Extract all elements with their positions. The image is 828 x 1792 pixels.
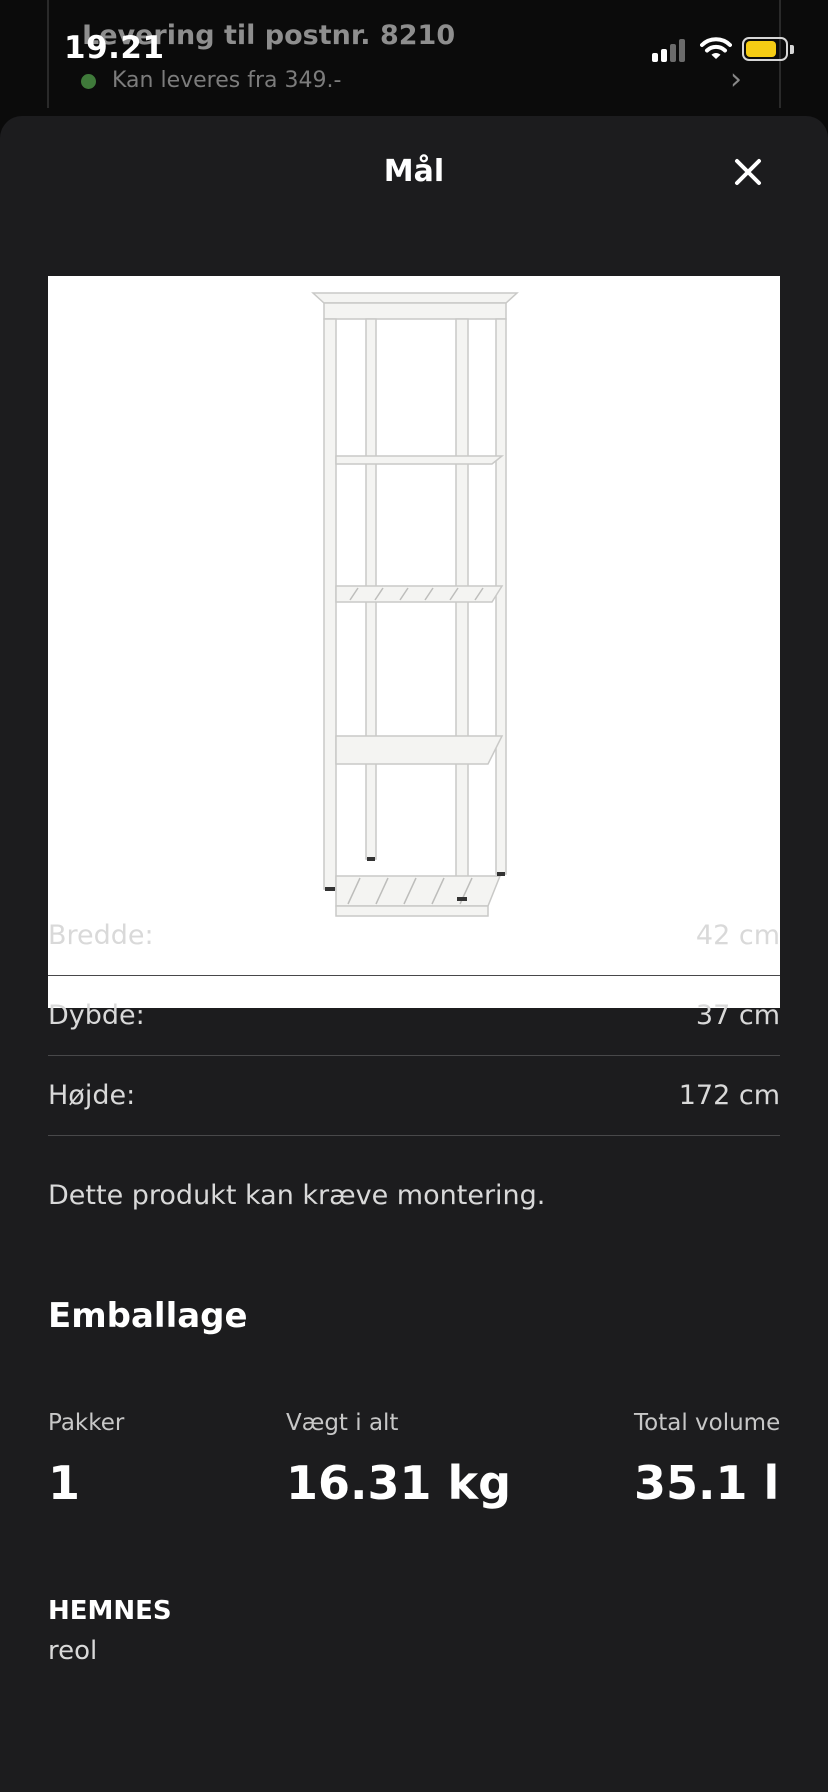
dimensions-sheet: Mål Bredde: 42 cm Dybde: 37 cm Højde: 17…: [0, 116, 828, 1792]
dimension-row-depth: Dybde: 37 cm: [48, 976, 780, 1056]
sheet-title: Mål: [383, 154, 445, 189]
dimension-value: 42 cm: [695, 920, 780, 951]
packaging-packages: Pakker 1: [48, 1410, 124, 1510]
dimension-value: 37 cm: [695, 1000, 780, 1031]
dimension-value: 172 cm: [678, 1080, 780, 1111]
battery-icon: [742, 37, 788, 61]
packaging-weight: Vægt i alt 16.31 kg: [286, 1410, 511, 1510]
dimension-label: Dybde:: [48, 1000, 145, 1031]
packaging-value: 35.1 l: [634, 1456, 780, 1510]
dimension-row-width: Bredde: 42 cm: [48, 896, 780, 976]
wifi-icon: [700, 37, 732, 59]
product-name: HEMNES: [48, 1596, 172, 1626]
chevron-right-icon: ›: [730, 62, 742, 97]
dimension-row-height: Højde: 172 cm: [48, 1056, 780, 1136]
dimension-label: Bredde:: [48, 920, 154, 951]
packaging-title: Emballage: [48, 1296, 248, 1336]
background-delivery-line: Kan leveres fra 349.-: [112, 68, 342, 93]
status-time: 19.21: [64, 30, 165, 66]
packaging-label: Vægt i alt: [286, 1410, 399, 1436]
packaging-label: Pakker: [48, 1410, 125, 1436]
product-type: reol: [48, 1636, 98, 1666]
battery-tip: [790, 45, 794, 54]
dimension-label: Højde:: [48, 1080, 136, 1111]
packaging-value: 16.31 kg: [286, 1456, 512, 1510]
availability-dot-icon: [81, 74, 96, 89]
packaging-volume: Total volume 35.1 l: [634, 1410, 780, 1510]
cellular-signal-icon: [652, 38, 690, 62]
packaging-value: 1: [48, 1456, 81, 1510]
packaging-label: Total volume: [634, 1410, 781, 1436]
assembly-note: Dette produkt kan kræve montering.: [48, 1180, 546, 1211]
close-icon[interactable]: [728, 152, 768, 192]
